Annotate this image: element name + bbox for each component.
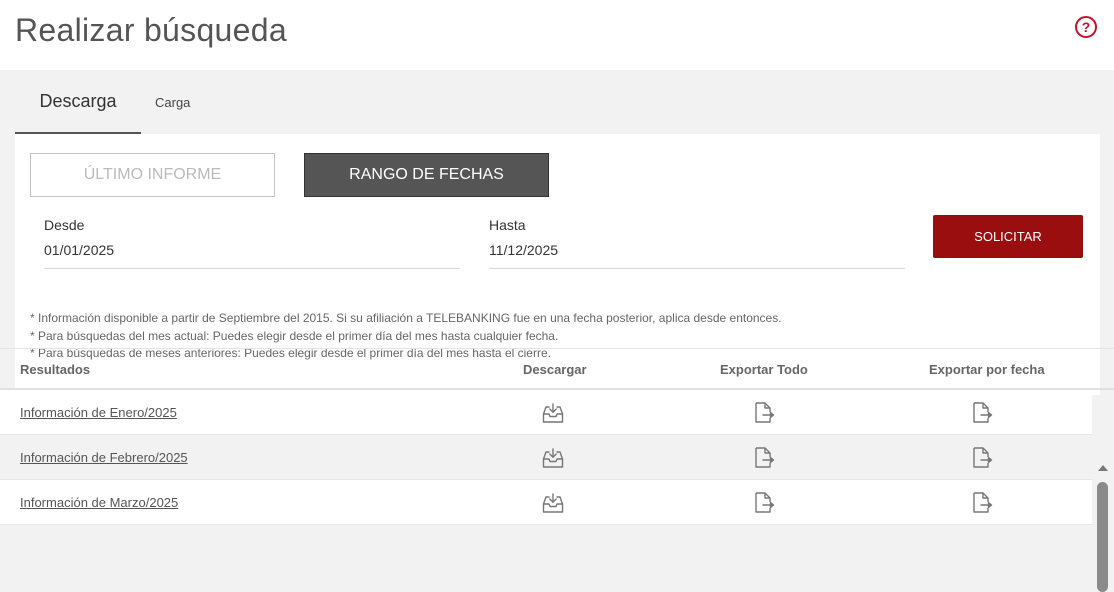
solicitar-button[interactable]: SOLICITAR <box>933 215 1083 258</box>
scroll-up-arrow-icon[interactable] <box>1098 465 1108 471</box>
help-icon[interactable]: ? <box>1075 16 1097 38</box>
table-row: Información de Enero/2025 <box>0 390 1092 435</box>
file-export-icon[interactable] <box>752 491 776 515</box>
hasta-date-field[interactable]: 11/12/2025 <box>489 242 905 269</box>
file-export-icon[interactable] <box>970 446 994 470</box>
download-tray-icon[interactable] <box>541 446 565 470</box>
results-table: Resultados Descargar Exportar Todo Expor… <box>0 348 1114 525</box>
info-note: * Información disponible a partir de Sep… <box>30 311 782 325</box>
result-link[interactable]: Información de Marzo/2025 <box>20 480 178 525</box>
header-resultados: Resultados <box>20 362 91 377</box>
info-note: * Para búsquedas del mes actual: Puedes … <box>30 328 559 343</box>
result-link[interactable]: Información de Enero/2025 <box>20 390 177 435</box>
file-export-icon[interactable] <box>970 491 994 515</box>
scrollbar-thumb[interactable] <box>1097 482 1108 592</box>
download-tray-icon[interactable] <box>541 401 565 425</box>
header-exportar-por-fecha: Exportar por fecha <box>929 362 1045 377</box>
results-header: Resultados Descargar Exportar Todo Expor… <box>0 348 1114 390</box>
table-row: Información de Marzo/2025 <box>0 480 1092 525</box>
file-export-icon[interactable] <box>752 446 776 470</box>
result-link[interactable]: Información de Febrero/2025 <box>20 435 188 480</box>
tab-descarga[interactable]: Descarga <box>15 70 141 134</box>
rango-fechas-button[interactable]: RANGO DE FECHAS <box>304 153 549 197</box>
desde-date-field[interactable]: 01/01/2025 <box>44 242 460 269</box>
download-tray-icon[interactable] <box>541 491 565 515</box>
header-descargar: Descargar <box>523 362 587 377</box>
file-export-icon[interactable] <box>970 401 994 425</box>
table-row: Información de Febrero/2025 <box>0 435 1092 480</box>
file-export-icon[interactable] <box>752 401 776 425</box>
results-scrollbar[interactable] <box>1094 460 1114 592</box>
hasta-label: Hasta <box>489 217 526 233</box>
page-title: Realizar búsqueda <box>15 12 287 48</box>
header-exportar-todo: Exportar Todo <box>720 362 808 377</box>
desde-label: Desde <box>44 217 85 233</box>
tab-carga[interactable]: Carga <box>155 70 215 134</box>
ultimo-informe-button[interactable]: ÚLTIMO INFORME <box>30 153 275 197</box>
